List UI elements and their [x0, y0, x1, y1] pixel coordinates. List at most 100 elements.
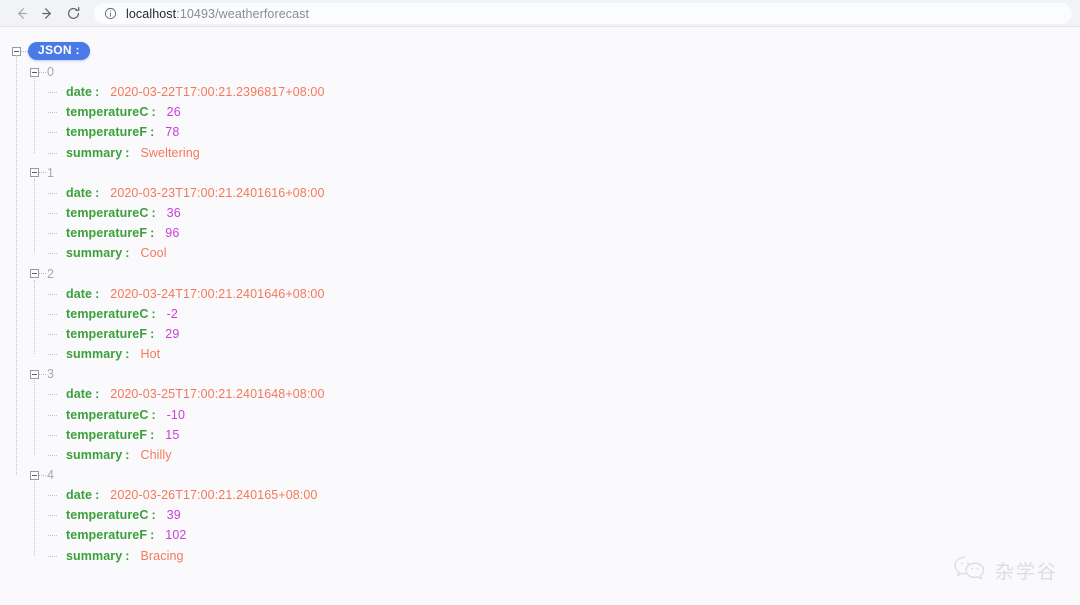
- field-connector: [48, 132, 57, 134]
- field-connector: [48, 233, 57, 235]
- watermark: 杂学谷: [953, 554, 1058, 587]
- field-content: temperatureC: -2: [48, 307, 178, 321]
- json-field-row: summary: Hot: [48, 344, 160, 364]
- field-connector: [48, 454, 57, 456]
- json-field-row: temperatureF:102: [48, 525, 186, 545]
- item-tree-spine: [34, 380, 35, 455]
- url-host: localhost: [126, 6, 177, 21]
- json-field-row: date:2020-03-25T17:00:21.2401648+08:00: [48, 384, 325, 404]
- json-key: summary: [66, 548, 123, 563]
- json-array-index: 1: [47, 165, 54, 180]
- json-value: Hot: [140, 347, 161, 362]
- json-colon: :: [125, 145, 130, 160]
- item-collapse-toggle[interactable]: [30, 67, 39, 77]
- field-connector: [48, 313, 57, 315]
- json-colon: :: [151, 306, 156, 321]
- field-content: date:2020-03-24T17:00:21.2401646+08:00: [48, 287, 325, 301]
- json-field-row: date:2020-03-26T17:00:21.240165+08:00: [48, 485, 317, 505]
- back-button[interactable]: [8, 3, 34, 25]
- json-key: summary: [66, 246, 123, 261]
- field-content: date:2020-03-22T17:00:21.2396817+08:00: [48, 85, 325, 99]
- field-content: temperatureF:15: [48, 428, 179, 442]
- field-connector: [48, 434, 57, 436]
- json-root-badge[interactable]: JSON :: [28, 42, 90, 60]
- field-connector: [48, 112, 57, 114]
- field-connector: [48, 414, 57, 416]
- field-content: summary: Bracing: [48, 549, 184, 563]
- json-colon: :: [150, 125, 155, 140]
- json-root-row: JSON :: [12, 41, 90, 61]
- json-viewer-page: JSON : 0 date:2020-03-22T17:00:21.2396817…: [0, 28, 1080, 605]
- item-collapse-toggle[interactable]: [30, 168, 39, 178]
- field-content: date:2020-03-26T17:00:21.240165+08:00: [48, 488, 317, 502]
- forward-button[interactable]: [34, 3, 60, 25]
- field-connector: [48, 555, 57, 557]
- json-colon: :: [125, 347, 130, 362]
- json-field-row: summary: Chilly: [48, 445, 172, 465]
- json-colon: :: [125, 548, 130, 563]
- json-colon: :: [150, 226, 155, 241]
- json-colon: :: [150, 326, 155, 341]
- reload-button[interactable]: [60, 3, 86, 25]
- json-colon: :: [125, 246, 130, 261]
- json-array-index: 3: [47, 367, 54, 382]
- json-field-row: summary: Sweltering: [48, 143, 200, 163]
- item-collapse-toggle[interactable]: [30, 369, 39, 379]
- address-bar[interactable]: localhost:10493/weatherforecast: [94, 3, 1072, 24]
- json-key: summary: [66, 347, 123, 362]
- json-colon: :: [150, 528, 155, 543]
- json-key: temperatureC: [66, 206, 149, 221]
- json-field-row: temperatureC: -2: [48, 304, 178, 324]
- json-key: date: [66, 488, 93, 503]
- json-key: temperatureF: [66, 125, 148, 140]
- json-field-row: date:2020-03-22T17:00:21.2396817+08:00: [48, 82, 325, 102]
- item-connector: [39, 273, 46, 274]
- json-value: 2020-03-24T17:00:21.2401646+08:00: [110, 286, 325, 301]
- wechat-icon: [953, 554, 987, 587]
- json-colon: :: [151, 508, 156, 523]
- json-colon: :: [151, 206, 156, 221]
- json-value: 15: [165, 427, 180, 442]
- json-array-index: 4: [47, 468, 54, 482]
- field-connector: [48, 354, 57, 356]
- item-collapse-toggle[interactable]: [30, 470, 39, 480]
- json-key: summary: [66, 447, 123, 462]
- json-field-row: summary: Bracing: [48, 546, 184, 566]
- json-field-row: temperatureF:96: [48, 223, 179, 243]
- url-path: :10493/weatherforecast: [176, 6, 310, 21]
- json-colon: :: [95, 488, 100, 503]
- item-collapse-toggle[interactable]: [30, 269, 39, 278]
- json-value: Chilly: [140, 447, 172, 462]
- item-connector: [39, 474, 46, 476]
- json-field-row: temperatureF:15: [48, 425, 179, 445]
- field-content: summary: Cool: [48, 246, 167, 260]
- json-key: date: [66, 185, 93, 200]
- json-value: 2020-03-25T17:00:21.2401648+08:00: [110, 387, 325, 402]
- field-connector: [48, 293, 57, 295]
- json-key: temperatureF: [66, 326, 148, 341]
- json-colon: :: [95, 85, 100, 100]
- field-content: temperatureF:102: [48, 528, 186, 542]
- json-value: 39: [166, 508, 181, 523]
- url-text: localhost:10493/weatherforecast: [126, 7, 309, 21]
- field-connector: [48, 333, 57, 335]
- json-key: summary: [66, 145, 123, 160]
- json-colon: :: [151, 105, 156, 120]
- json-key: temperatureF: [66, 528, 148, 543]
- json-field-row: date:2020-03-24T17:00:21.2401646+08:00: [48, 284, 325, 304]
- site-info-icon[interactable]: [104, 7, 117, 20]
- item-tree-spine: [34, 78, 35, 153]
- json-key: temperatureC: [66, 508, 149, 523]
- json-key: temperatureC: [66, 407, 149, 422]
- field-content: date:2020-03-25T17:00:21.2401648+08:00: [48, 387, 325, 401]
- json-field-row: temperatureC: -10: [48, 405, 185, 425]
- json-colon: :: [125, 447, 130, 462]
- json-value: 96: [165, 226, 180, 241]
- json-field-row: temperatureC:26: [48, 102, 181, 122]
- json-value: -2: [166, 306, 178, 321]
- json-field-row: temperatureC:39: [48, 505, 181, 525]
- json-colon: :: [95, 185, 100, 200]
- field-content: summary: Sweltering: [48, 146, 200, 160]
- field-content: temperatureC:26: [48, 105, 181, 119]
- json-value: 2020-03-26T17:00:21.240165+08:00: [110, 488, 318, 503]
